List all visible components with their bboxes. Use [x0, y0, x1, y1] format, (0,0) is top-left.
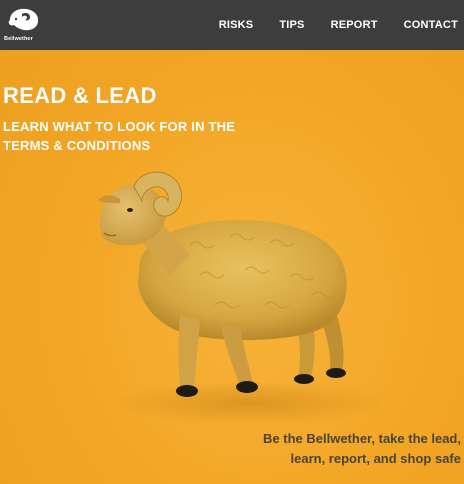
tagline-line-2: learn, report, and shop safe [290, 451, 462, 466]
nav-link-risks[interactable]: RISKS [219, 19, 254, 31]
hero-subtitle: LEARN WHAT TO LOOK FOR IN THE TERMS & CO… [3, 119, 236, 153]
nav-link-contact[interactable]: CONTACT [404, 19, 458, 31]
header-navbar: Bellwether RISKS TIPS REPORT CONTACT [0, 0, 464, 50]
nav-link-tips[interactable]: TIPS [279, 19, 304, 31]
ram-head-icon [8, 8, 39, 31]
ram-figurine-image [98, 171, 380, 425]
tagline-line-1: Be the Bellwether, take the lead, [263, 431, 461, 446]
logo[interactable]: Bellwether [4, 6, 44, 46]
logo-text: Bellwether [4, 36, 33, 42]
tagline: Be the Bellwether, take the lead, learn,… [201, 429, 461, 469]
page: Bellwether RISKS TIPS REPORT CONTACT REA… [0, 0, 464, 484]
nav-menu: RISKS TIPS REPORT CONTACT [219, 0, 458, 50]
nav-link-report[interactable]: REPORT [331, 19, 378, 31]
hero-title: READ & LEAD [3, 83, 157, 108]
